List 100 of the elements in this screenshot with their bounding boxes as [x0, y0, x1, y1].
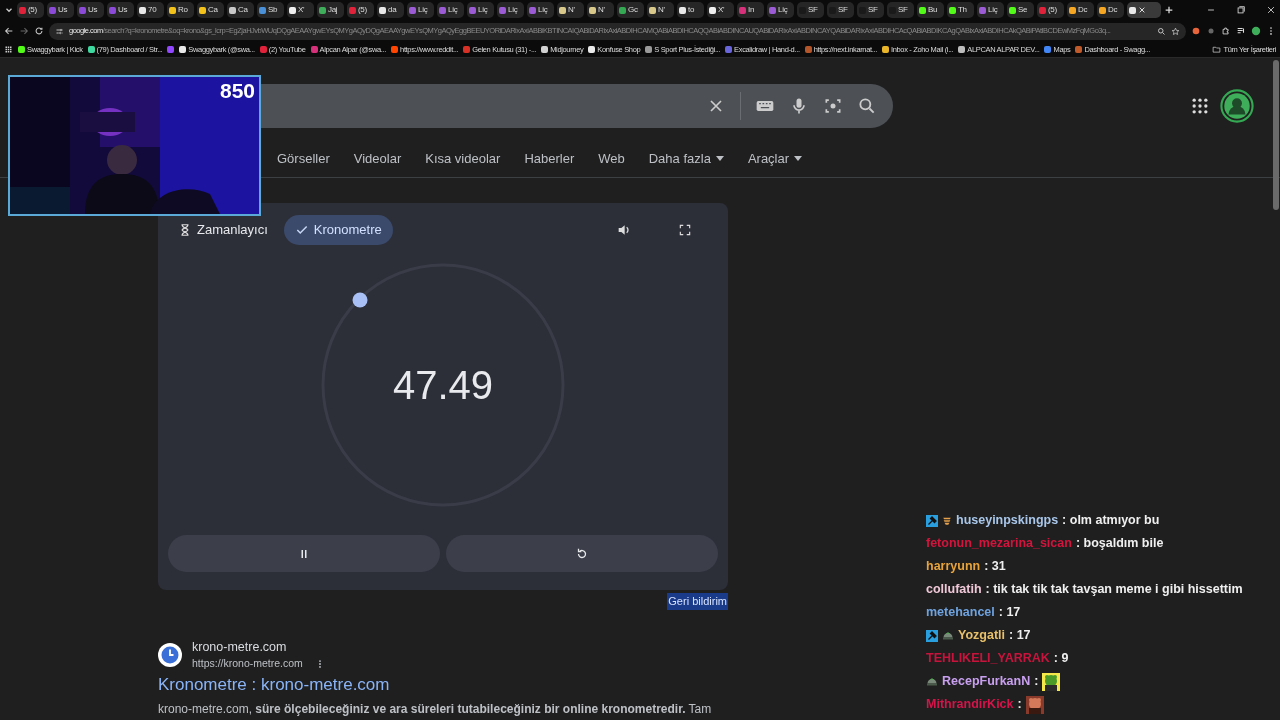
- tab-title: X': [718, 6, 725, 14]
- bookmark-favicon[interactable]: [167, 46, 175, 53]
- chat-message: : olm atmıyor bu: [1062, 512, 1160, 530]
- back-icon[interactable]: [4, 26, 14, 36]
- chat-username[interactable]: metehancel: [926, 603, 995, 622]
- tab-title: da: [388, 6, 397, 14]
- zoom-icon[interactable]: [1157, 26, 1166, 36]
- apps-icon[interactable]: [1190, 96, 1210, 116]
- browser-tab[interactable]: N': [557, 2, 584, 18]
- browser-tab[interactable]: Sb: [257, 2, 284, 18]
- result-title-link[interactable]: Kronometre : krono-metre.com: [158, 672, 390, 698]
- browser-tab[interactable]: Us: [107, 2, 134, 18]
- search-tab[interactable]: Daha fazla: [648, 149, 724, 169]
- browser-tab[interactable]: 70: [137, 2, 164, 18]
- search-tab[interactable]: Görseller: [277, 149, 330, 169]
- browser-tab[interactable]: to: [677, 2, 704, 18]
- browser-tab[interactable]: X': [287, 2, 314, 18]
- browser-tab[interactable]: N': [647, 2, 674, 18]
- tab-title: 70: [148, 6, 157, 14]
- search-tab[interactable]: Kısa videolar: [425, 149, 501, 169]
- tab-title: Liç: [448, 6, 458, 14]
- browser-tab[interactable]: Liç: [527, 2, 554, 18]
- chat-username[interactable]: RecepFurkanN: [942, 672, 1031, 691]
- browser-tab[interactable]: Dc: [1097, 2, 1124, 18]
- fullscreen-icon[interactable]: [678, 223, 692, 237]
- reset-icon: [575, 546, 589, 561]
- chat-message: : 9: [1053, 650, 1069, 668]
- close-icon[interactable]: [1266, 5, 1276, 15]
- puzzle-icon[interactable]: [1221, 26, 1231, 36]
- chat-username[interactable]: Yozgatli: [958, 626, 1005, 645]
- search-icon[interactable]: [857, 96, 877, 116]
- browser-tab[interactable]: Jaj: [317, 2, 344, 18]
- browser-tab[interactable]: Liç: [407, 2, 434, 18]
- mode-tab[interactable]: Kronometre: [283, 215, 393, 245]
- profile-icon[interactable]: [1251, 26, 1261, 36]
- close-icon[interactable]: [1138, 6, 1146, 14]
- viewer-count: 850: [219, 78, 255, 104]
- browser-tab[interactable]: Ca: [197, 2, 224, 18]
- tab-title: (5): [358, 6, 367, 14]
- browser-tab[interactable]: Bu: [917, 2, 944, 18]
- media-icon[interactable]: [1236, 26, 1246, 36]
- feedback-link[interactable]: Geri bildirim: [667, 593, 728, 610]
- browser-tab[interactable]: N': [587, 2, 614, 18]
- chat-username[interactable]: collufatih: [926, 580, 982, 599]
- tab-title: SF: [808, 6, 818, 14]
- browser-tab[interactable]: Us: [77, 2, 104, 18]
- tab-title: Sb: [268, 6, 278, 14]
- chat-message: : 17: [1009, 627, 1031, 645]
- browser-tab[interactable]: Se: [1007, 2, 1034, 18]
- browser-tab[interactable]: Liç: [437, 2, 464, 18]
- chat-username[interactable]: harryunn: [926, 557, 981, 576]
- browser-tab[interactable]: X': [707, 2, 734, 18]
- check-icon: [294, 223, 309, 237]
- browser-tab[interactable]: (5): [1037, 2, 1064, 18]
- browser-tab[interactable]: SF: [827, 2, 854, 18]
- camera-search-icon[interactable]: [823, 96, 843, 116]
- tab-title: Dc: [1078, 6, 1088, 14]
- folder-icon: [1211, 45, 1221, 54]
- browser-tab[interactable]: Us: [47, 2, 74, 18]
- avatar-icon[interactable]: [1220, 89, 1254, 123]
- browser-tab[interactable]: Liç: [497, 2, 524, 18]
- tab-title: Ca: [208, 6, 218, 14]
- site-name: krono-metre.com: [192, 639, 288, 656]
- search-tab[interactable]: Haberler: [524, 149, 575, 169]
- browser-tab[interactable]: In: [737, 2, 764, 18]
- site-favicon: [158, 642, 182, 667]
- reload-icon[interactable]: [34, 26, 44, 36]
- search-tab[interactable]: Araçlar: [747, 149, 803, 169]
- apps-icon[interactable]: [4, 45, 13, 54]
- scrollbar-thumb[interactable]: [1273, 60, 1279, 210]
- browser-tab[interactable]: SF: [857, 2, 884, 18]
- restore-icon[interactable]: [1236, 5, 1246, 15]
- browser-tab[interactable]: (5): [347, 2, 374, 18]
- mode-tab[interactable]: Zamanlayıcı: [178, 215, 268, 245]
- browser-tab[interactable]: Liç: [767, 2, 794, 18]
- browser-tab[interactable]: Ca: [227, 2, 254, 18]
- star-icon[interactable]: [1171, 26, 1180, 36]
- browser-tab[interactable]: Th: [947, 2, 974, 18]
- browser-tab[interactable]: da: [377, 2, 404, 18]
- browser-tab[interactable]: Liç: [977, 2, 1004, 18]
- browser-tab[interactable]: Liç: [467, 2, 494, 18]
- tab-title: X': [298, 6, 305, 14]
- volume-icon[interactable]: [616, 222, 632, 238]
- address-bar[interactable]: [49, 22, 1186, 40]
- browser-tab[interactable]: Ro: [167, 2, 194, 18]
- forward-icon[interactable]: [19, 26, 29, 36]
- tab-title: Us: [88, 6, 98, 14]
- search-tab[interactable]: Videolar: [353, 149, 402, 169]
- chat-username[interactable]: huseyinpskingps: [956, 511, 1059, 530]
- browser-tab[interactable]: [1127, 2, 1161, 18]
- browser-tab[interactable]: (5): [17, 2, 44, 18]
- chat-message: : boşaldım bile: [1075, 535, 1164, 553]
- search-tab[interactable]: Web: [598, 149, 625, 169]
- browser-tab[interactable]: Dc: [1067, 2, 1094, 18]
- browser-tab[interactable]: SF: [887, 2, 914, 18]
- browser-tab[interactable]: Gc: [617, 2, 644, 18]
- new-tab-icon[interactable]: [1164, 5, 1174, 15]
- browser-tab[interactable]: SF: [797, 2, 824, 18]
- chat-message: : 31: [984, 558, 1006, 576]
- tab-title: Us: [118, 6, 128, 14]
